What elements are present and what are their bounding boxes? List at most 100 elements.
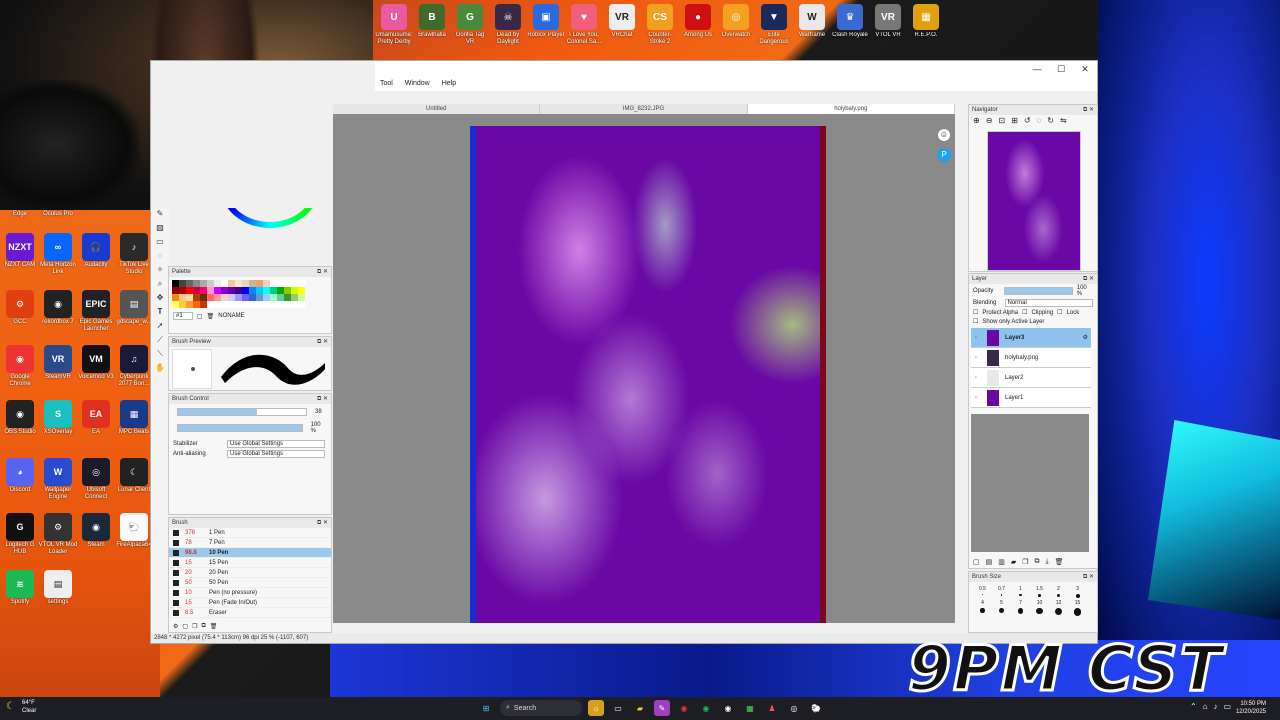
palette-swatch[interactable]	[228, 280, 235, 287]
file-explorer-icon[interactable]: ▰	[632, 700, 648, 716]
color-wheel[interactable]	[221, 208, 319, 228]
palette-swatch[interactable]	[270, 287, 277, 294]
palette-swatch[interactable]	[193, 287, 200, 294]
close-icon[interactable]: ⧉ ✕	[1083, 105, 1094, 115]
palette-swatch[interactable]	[228, 294, 235, 301]
palette-swatch[interactable]	[284, 280, 291, 287]
new-brush-icon[interactable]: ▢	[182, 623, 188, 630]
brush-item[interactable]: 50 50 Pen	[169, 578, 331, 588]
eyedropper-icon[interactable]: ⌕	[151, 279, 169, 293]
palette-swatch[interactable]	[186, 280, 193, 287]
palette-swatch[interactable]	[179, 294, 186, 301]
palette-swatch[interactable]	[172, 287, 179, 294]
brush-settings-icon[interactable]: ⚙	[173, 623, 178, 630]
desktop-shortcut[interactable]: ☠ Dead by Daylight	[489, 0, 527, 52]
menu-window[interactable]: Window	[405, 77, 430, 91]
desktop-shortcut[interactable]: ▣ Roblox Player	[527, 0, 565, 52]
task-view-icon[interactable]: ▭	[610, 700, 626, 716]
desktop-shortcut[interactable]: ● Among Us	[679, 0, 717, 52]
palette-swatch[interactable]	[263, 301, 270, 308]
desktop-shortcut[interactable]: ◉ rekordbox 7	[38, 290, 78, 326]
palette-swatch[interactable]	[256, 294, 263, 301]
duplicate-layer-icon[interactable]: ❐	[1022, 558, 1028, 566]
pen-tool-icon[interactable]: ✎	[151, 209, 169, 223]
gear-icon[interactable]: ⚙	[1083, 334, 1088, 341]
palette-swatch[interactable]	[221, 294, 228, 301]
palette-swatch[interactable]	[179, 280, 186, 287]
firealpaca-window[interactable]: — ☐ ✕ Tool Window Help ✎ ▨ ▭ ◌ ✧ ⌕ ✥ T ➚…	[150, 60, 1098, 644]
palette-swatch[interactable]	[207, 294, 214, 301]
flip-icon[interactable]: ⇋	[1060, 116, 1067, 125]
fit-icon[interactable]: ⊡	[998, 116, 1005, 125]
close-icon[interactable]: ⧉ ✕	[1083, 274, 1094, 284]
brush-size-option[interactable]: 1.5	[1030, 586, 1049, 598]
brush-size-option[interactable]: 1	[1011, 586, 1030, 598]
palette-swatch[interactable]	[249, 280, 256, 287]
new-layer-icon[interactable]: ▢	[973, 558, 980, 566]
volume-icon[interactable]: ♪	[1214, 702, 1218, 711]
desktop-shortcut[interactable]: ▦ MPC Beats	[114, 400, 154, 436]
palette-swatch[interactable]	[186, 294, 193, 301]
palette-swatch[interactable]	[277, 294, 284, 301]
desktop-shortcut[interactable]: ♫ Cyberpunk 2077 Bon...	[114, 345, 154, 388]
desktop-shortcut[interactable]: B Brawlhalla	[413, 0, 451, 52]
maximize-button[interactable]: ☐	[1049, 61, 1073, 77]
palette-swatch[interactable]	[200, 301, 207, 308]
desktop-shortcut[interactable]: ◉ Google Chrome	[0, 345, 40, 388]
antialias-select[interactable]: Use Global Settings	[227, 450, 325, 458]
palette-swatch[interactable]	[291, 280, 298, 287]
palette-swatch[interactable]	[277, 301, 284, 308]
palette-swatch[interactable]	[235, 294, 242, 301]
close-icon[interactable]: ⧉ ✕	[317, 337, 328, 347]
layer-opacity-slider[interactable]	[1003, 287, 1073, 295]
palette-swatch[interactable]	[193, 294, 200, 301]
palette-swatch[interactable]	[179, 287, 186, 294]
desktop-shortcut[interactable]: EPIC Epic Games Launcher	[76, 290, 116, 333]
brush-tool-icon[interactable]: ⟋	[151, 335, 169, 349]
gradient-tool-icon[interactable]: ⟍	[151, 349, 169, 363]
brush-size-option[interactable]: 0.7	[992, 586, 1011, 598]
palette-swatch[interactable]	[221, 301, 228, 308]
clipping-checkbox[interactable]: ☐	[1022, 309, 1027, 316]
palette-swatch[interactable]	[242, 287, 249, 294]
close-icon[interactable]: ⧉ ✕	[317, 267, 328, 277]
palette-swatch[interactable]	[186, 287, 193, 294]
minecraft-taskbar-icon[interactable]: ▦	[742, 700, 758, 716]
palette-swatch[interactable]	[235, 280, 242, 287]
palette-swatch[interactable]	[207, 280, 214, 287]
palette-swatch[interactable]	[228, 301, 235, 308]
zoom-in-icon[interactable]: ⊕	[973, 116, 980, 125]
duplicate-brush-icon[interactable]: ❐	[192, 623, 197, 630]
desktop-shortcut[interactable]: ☾ Lunar Client	[114, 458, 154, 494]
palette-swatch[interactable]	[186, 301, 193, 308]
palette-swatch[interactable]	[214, 294, 221, 301]
protect-alpha-checkbox[interactable]: ☐	[973, 309, 978, 316]
palette-swatch[interactable]	[214, 287, 221, 294]
desktop-shortcut[interactable]: VR VTOL VR	[869, 0, 907, 52]
start-icon[interactable]: ⊞	[478, 700, 494, 716]
brush-item[interactable]: 20 20 Pen	[169, 568, 331, 578]
palette-swatch[interactable]	[263, 294, 270, 301]
palette-swatch[interactable]	[270, 301, 277, 308]
palette-swatch[interactable]	[214, 280, 221, 287]
close-icon[interactable]: ⧉ ✕	[317, 394, 328, 404]
rotate-right-icon[interactable]: ↻	[1047, 116, 1054, 125]
brush-item[interactable]: 8.5 Eraser	[169, 608, 331, 618]
palette-swatch[interactable]	[291, 287, 298, 294]
desktop-shortcut[interactable]: NZXT NZXT CAM	[0, 233, 40, 269]
desktop-shortcut[interactable]: ▦ R.E.P.O.	[907, 0, 945, 52]
visibility-icon[interactable]: ◦	[971, 335, 981, 341]
palette-swatch[interactable]	[284, 294, 291, 301]
obs-taskbar-icon[interactable]: ◉	[720, 700, 736, 716]
visibility-icon[interactable]: ◦	[971, 355, 981, 361]
layer-item[interactable]: ◦ Layer3 ⚙	[971, 328, 1091, 348]
reset-icon[interactable]: ◌	[1037, 116, 1042, 125]
move-tool-icon[interactable]: ✥	[151, 293, 169, 307]
text-tool-icon[interactable]: T	[151, 307, 169, 321]
brush-size-option[interactable]: 0.5	[973, 586, 992, 598]
brush-size-option[interactable]: 15	[1068, 600, 1087, 616]
palette-swatch[interactable]	[200, 294, 207, 301]
visibility-icon[interactable]: ◦	[971, 375, 981, 381]
artwork-canvas[interactable]	[470, 126, 826, 623]
minimize-button[interactable]: —	[1025, 61, 1049, 77]
